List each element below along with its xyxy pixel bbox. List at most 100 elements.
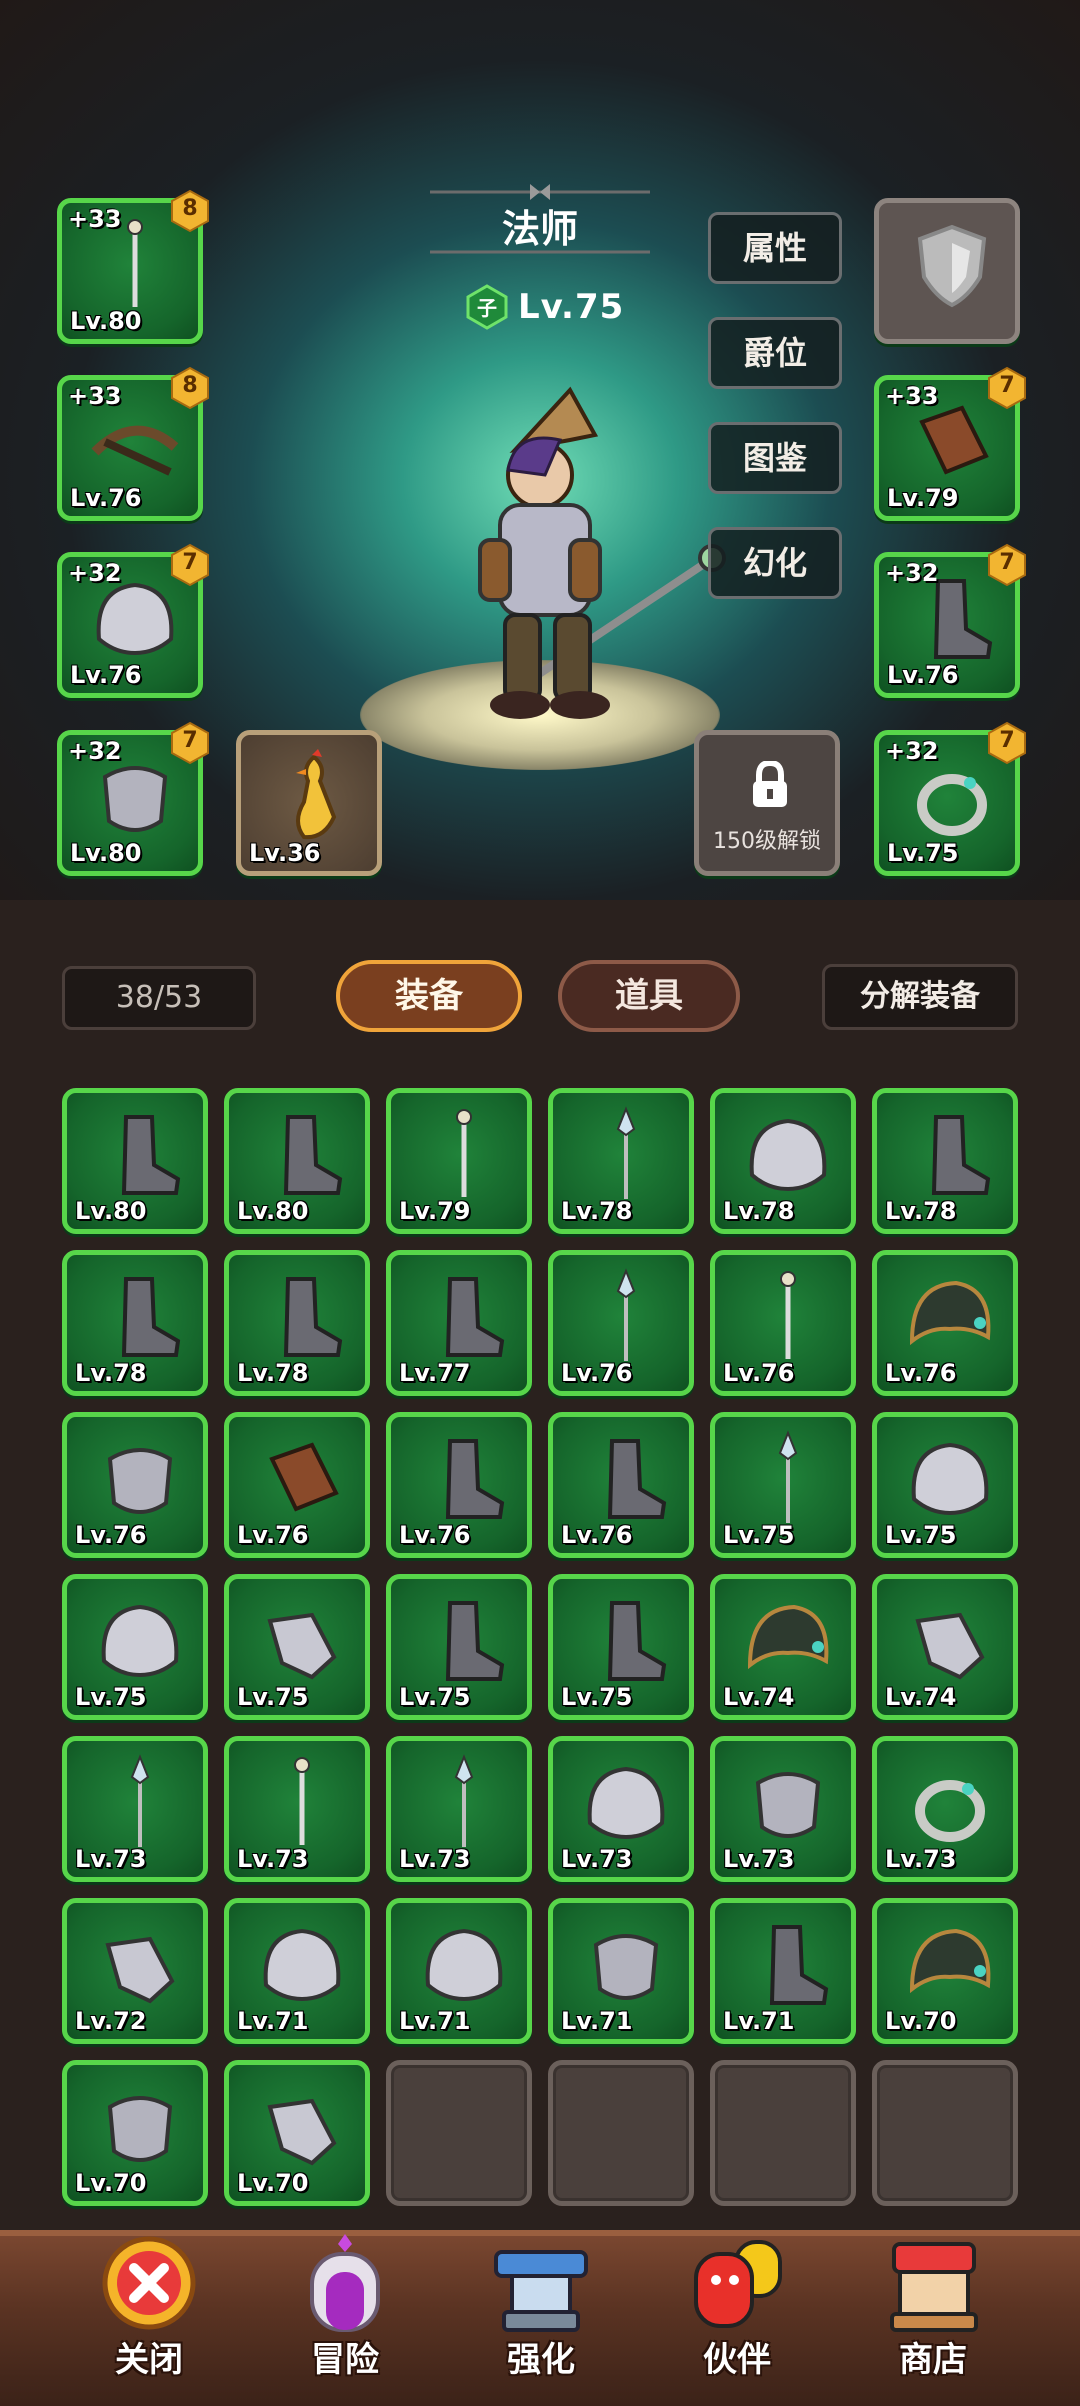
equipped-slot-right-1[interactable]: +33 Lv.79 7 (874, 366, 1026, 521)
item-level: Lv.74 (885, 1683, 957, 1711)
boots-icon (445, 1601, 505, 1681)
empty-inventory-slot[interactable] (386, 2060, 532, 2206)
defense-slot[interactable] (874, 198, 1020, 344)
inventory-item[interactable]: Lv.72 (62, 1898, 208, 2044)
inventory-item[interactable]: Lv.71 (386, 1898, 532, 2044)
inventory-item[interactable]: Lv.80 (224, 1088, 370, 1234)
title-rank-button[interactable]: 爵位 (708, 317, 842, 389)
equipped-slot-left-4[interactable]: +32 Lv.80 7 (57, 721, 209, 876)
helmet-icon (263, 1928, 341, 2002)
inventory-item[interactable]: Lv.70 (62, 2060, 208, 2206)
boots-icon (607, 1601, 667, 1681)
item-level: Lv.73 (885, 1845, 957, 1873)
transform-button[interactable]: 幻化 (708, 527, 842, 599)
equipped-slot-right-2[interactable]: +32 Lv.76 7 (874, 543, 1026, 698)
inventory-item[interactable]: Lv.71 (224, 1898, 370, 2044)
tab-equipment[interactable]: 装备 (336, 960, 522, 1032)
inventory-item[interactable]: Lv.76 (224, 1412, 370, 1558)
inventory-item[interactable]: Lv.78 (872, 1088, 1018, 1234)
item-level: Lv.75 (399, 1683, 471, 1711)
rank-badge-icon: 子 (466, 284, 508, 330)
enhance-level: +32 (68, 737, 122, 765)
inventory-item[interactable]: Lv.75 (62, 1574, 208, 1720)
inventory-item[interactable]: Lv.73 (872, 1736, 1018, 1882)
inventory-item[interactable]: Lv.73 (548, 1736, 694, 1882)
nav-label: 商店 (899, 2340, 967, 2380)
inventory-item[interactable]: Lv.75 (548, 1574, 694, 1720)
nav-close[interactable]: 关闭 (74, 2228, 224, 2398)
inventory-item[interactable]: Lv.76 (548, 1412, 694, 1558)
helmet-icon (587, 1766, 665, 1840)
inventory-item[interactable]: Lv.76 (548, 1250, 694, 1396)
inventory-item[interactable]: Lv.78 (62, 1250, 208, 1396)
empty-inventory-slot[interactable] (710, 2060, 856, 2206)
nav-companion[interactable]: 伙伴 (662, 2228, 812, 2398)
staff-icon (780, 1271, 796, 1359)
inventory-item[interactable]: Lv.75 (710, 1412, 856, 1558)
inventory-item[interactable]: Lv.74 (872, 1574, 1018, 1720)
hood-icon (909, 1280, 991, 1346)
spear-icon (616, 1268, 636, 1361)
boots-icon (121, 1277, 181, 1357)
item-level: Lv.71 (237, 2007, 309, 2035)
hero-level: Lv.75 (518, 287, 625, 327)
inventory-item[interactable]: Lv.73 (224, 1736, 370, 1882)
inventory-item[interactable]: Lv.75 (386, 1574, 532, 1720)
equipped-slot-left-2[interactable]: +33 Lv.76 8 (57, 366, 209, 521)
decompose-equipment-button[interactable]: 分解装备 (822, 964, 1018, 1030)
inventory-item[interactable]: Lv.73 (710, 1736, 856, 1882)
inventory-item[interactable]: Lv.75 (872, 1412, 1018, 1558)
hero-character[interactable] (420, 380, 740, 740)
hood-icon (909, 1928, 991, 1994)
inventory-item[interactable]: Lv.76 (62, 1412, 208, 1558)
inventory-item[interactable]: Lv.74 (710, 1574, 856, 1720)
inventory-item[interactable]: Lv.76 (710, 1250, 856, 1396)
nav-portal[interactable]: 冒险 (270, 2228, 420, 2398)
inventory-item[interactable]: Lv.70 (224, 2060, 370, 2206)
boots-icon (121, 1115, 181, 1195)
inventory-item[interactable]: Lv.78 (224, 1250, 370, 1396)
enhance-level: +33 (68, 382, 122, 410)
nav-shop[interactable]: 商店 (858, 2228, 1008, 2398)
item-level: Lv.75 (885, 1521, 957, 1549)
inventory-item[interactable]: Lv.73 (386, 1736, 532, 1882)
star-count: 7 (999, 550, 1015, 575)
inventory-item[interactable]: Lv.77 (386, 1250, 532, 1396)
item-level: Lv.76 (75, 1521, 147, 1549)
inventory-item[interactable]: Lv.71 (548, 1898, 694, 2044)
nav-anvil[interactable]: 强化 (466, 2228, 616, 2398)
inventory-item[interactable]: Lv.79 (386, 1088, 532, 1234)
item-level: Lv.76 (70, 484, 142, 512)
spear-icon (454, 1754, 474, 1847)
locked-slot[interactable]: 150级解锁 (694, 730, 840, 876)
tab-items[interactable]: 道具 (558, 960, 740, 1032)
inventory-item[interactable]: Lv.73 (62, 1736, 208, 1882)
equipped-slot-right-3[interactable]: +32 Lv.75 7 (874, 721, 1026, 876)
attributes-button[interactable]: 属性 (708, 212, 842, 284)
boots-icon (445, 1439, 505, 1519)
star-count: 7 (999, 728, 1015, 753)
empty-inventory-slot[interactable] (548, 2060, 694, 2206)
inventory-item[interactable]: Lv.76 (386, 1412, 532, 1558)
enhance-level: +32 (68, 559, 122, 587)
inventory-item[interactable]: Lv.76 (872, 1250, 1018, 1396)
item-level: Lv.71 (561, 2007, 633, 2035)
item-level: Lv.73 (399, 1845, 471, 1873)
item-level: Lv.73 (723, 1845, 795, 1873)
inventory-item[interactable]: Lv.78 (710, 1088, 856, 1234)
star-badge: 7 (985, 366, 1029, 410)
item-level: Lv.79 (399, 1197, 471, 1225)
inventory-item[interactable]: Lv.75 (224, 1574, 370, 1720)
inventory-item[interactable]: Lv.71 (710, 1898, 856, 2044)
inventory-item[interactable]: Lv.80 (62, 1088, 208, 1234)
empty-inventory-slot[interactable] (872, 2060, 1018, 2206)
star-badge: 7 (168, 543, 212, 587)
pet-slot[interactable]: Lv.36 (236, 730, 382, 876)
gauntlet-icon (267, 2098, 337, 2166)
inventory-item[interactable]: Lv.78 (548, 1088, 694, 1234)
equipped-slot-left-3[interactable]: +32 Lv.76 7 (57, 543, 209, 698)
bracer-icon (269, 1442, 339, 1512)
inventory-item[interactable]: Lv.70 (872, 1898, 1018, 2044)
collection-button[interactable]: 图鉴 (708, 422, 842, 494)
equipped-slot-left-1[interactable]: +33 Lv.80 8 (57, 189, 209, 344)
